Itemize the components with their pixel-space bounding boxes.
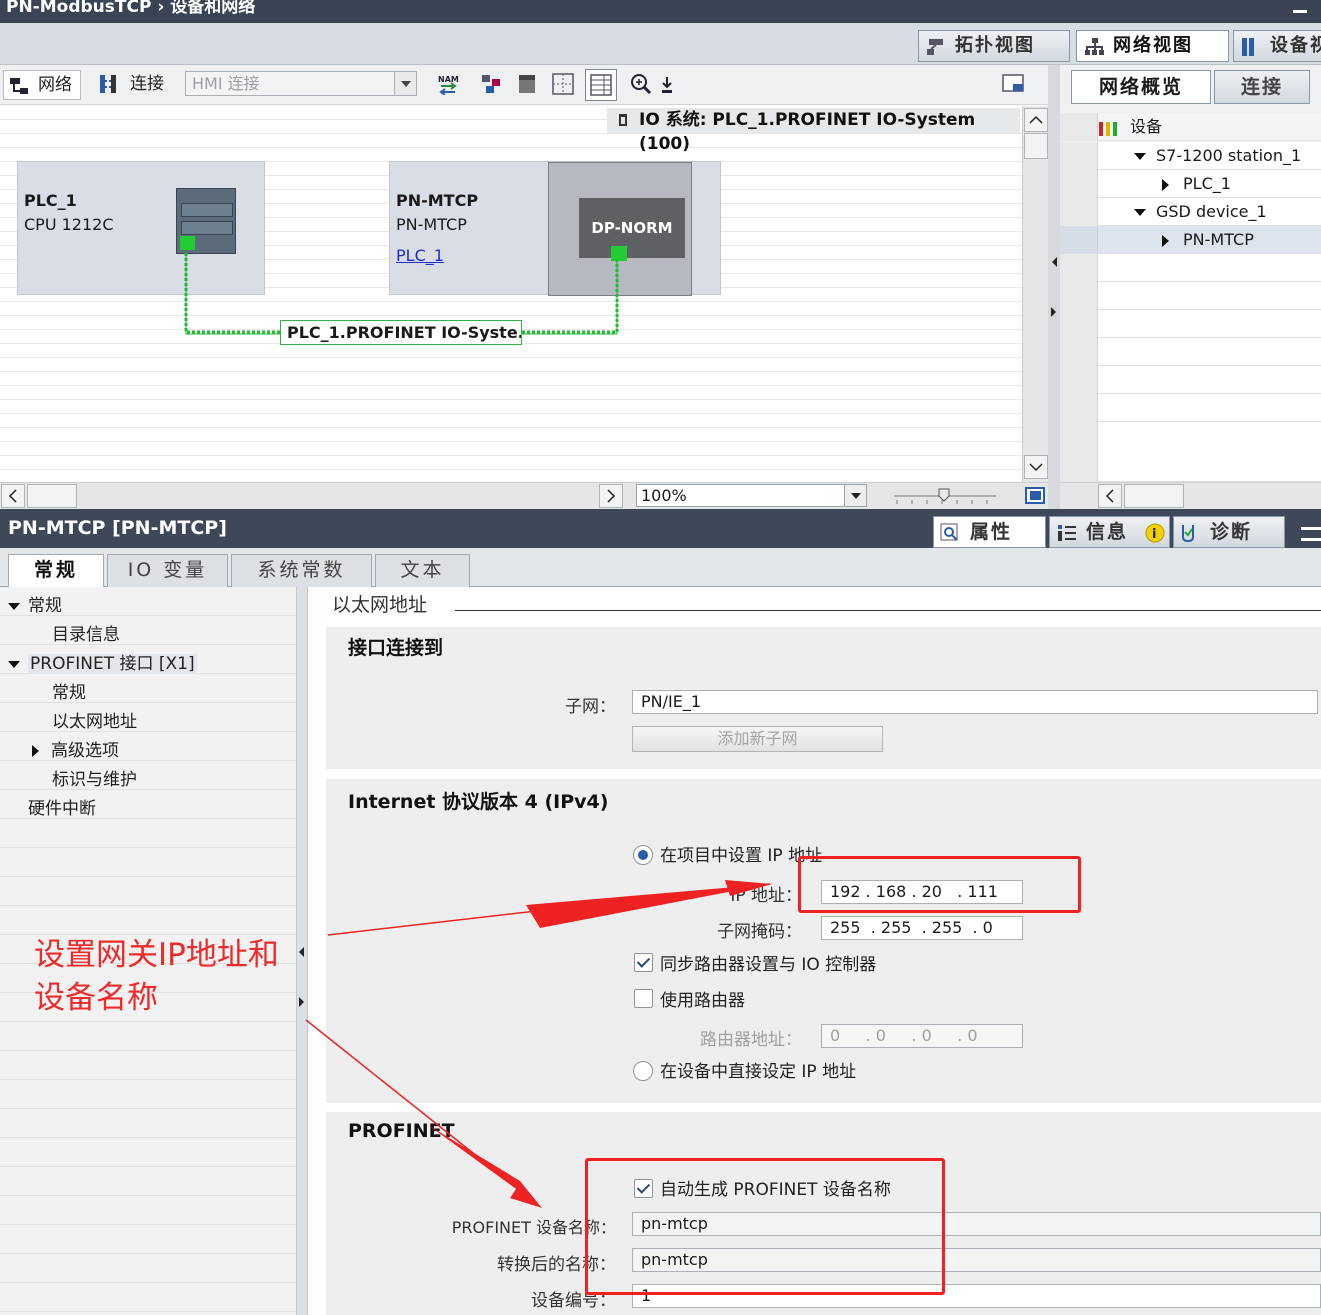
- annotation-arrows: [305, 880, 772, 1208]
- annotation-note: 设置网关IP地址和设备名称: [34, 937, 279, 1016]
